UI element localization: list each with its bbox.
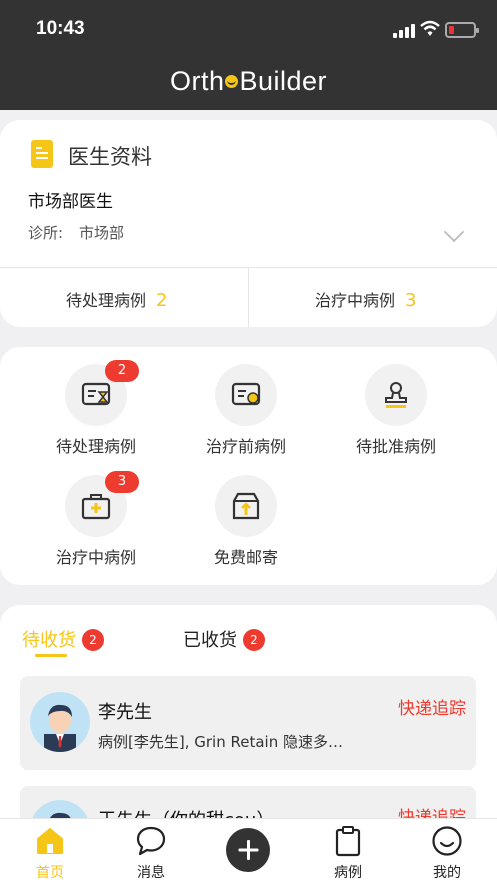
- status-bar: 10:43: [0, 0, 497, 60]
- pretreatment-case-icon: [231, 382, 261, 406]
- menu-item-treating-cases[interactable]: 3 治疗中病例: [31, 471, 161, 568]
- menu-item-label: 待处理病例: [55, 437, 136, 456]
- avatar: [30, 692, 90, 752]
- battery-icon: [445, 22, 479, 38]
- add-case-button[interactable]: [226, 828, 270, 872]
- status-time: 10:43: [36, 18, 85, 39]
- home-icon: [37, 828, 63, 854]
- pending-cases-stat[interactable]: 待处理病例 2: [66, 287, 167, 311]
- tab-mine[interactable]: 我的: [407, 819, 487, 883]
- shipping-box-icon: [232, 492, 260, 520]
- tab-label: 我的: [433, 865, 461, 881]
- tab-badge: 2: [243, 629, 265, 651]
- document-icon: [31, 140, 53, 168]
- clipboard-icon: [335, 826, 361, 857]
- menu-item-pretreatment-cases[interactable]: 治疗前病例: [181, 364, 311, 457]
- smiley-icon: [432, 826, 462, 856]
- tab-cases[interactable]: 病例: [308, 819, 388, 883]
- treating-cases-stat[interactable]: 治疗中病例 3: [315, 287, 416, 311]
- order-customer-name: 李先生: [98, 702, 152, 723]
- wifi-icon: [420, 20, 440, 36]
- tab-label: 病例: [334, 865, 362, 881]
- menu-item-free-shipping[interactable]: 免费邮寄: [181, 475, 311, 568]
- clinic-value: 市场部: [79, 224, 125, 242]
- chat-bubble-icon: [136, 826, 166, 856]
- doctor-name: 市场部医生: [28, 192, 113, 212]
- tracking-link[interactable]: 快递追踪: [398, 694, 466, 719]
- menu-item-label: 免费邮寄: [213, 548, 278, 567]
- menu-item-approval-cases[interactable]: 待批准病例: [331, 364, 461, 457]
- app-header: 10:43 Orth Builder: [0, 0, 497, 110]
- active-tab-indicator: [35, 654, 67, 657]
- pending-case-icon: [81, 382, 111, 406]
- order-item[interactable]: 李先生 病例[李先生], Grin Retain 隐速多… 快递追踪: [20, 676, 476, 770]
- medical-kit-icon: [81, 494, 111, 520]
- menu-item-label: 待批准病例: [355, 437, 436, 456]
- profile-title: 医生资料: [68, 145, 152, 169]
- approval-stamp-icon: [385, 382, 407, 408]
- menu-item-label: 治疗前病例: [205, 437, 286, 456]
- divider: [248, 268, 249, 327]
- tab-pending-delivery[interactable]: 待收货 2: [22, 626, 104, 652]
- tab-badge: 2: [82, 629, 104, 651]
- signal-icon: [393, 24, 415, 38]
- tab-label: 首页: [36, 865, 64, 881]
- menu-item-pending-cases[interactable]: 2 待处理病例: [31, 360, 161, 457]
- menu-item-label: 治疗中病例: [55, 548, 136, 567]
- app-logo: Orth Builder: [169, 66, 328, 96]
- tab-messages[interactable]: 消息: [111, 819, 191, 883]
- tab-home[interactable]: 首页: [10, 819, 90, 883]
- notification-badge: 2: [105, 360, 139, 382]
- order-description: 病例[李先生], Grin Retain 隐速多…: [98, 733, 343, 751]
- notification-badge: 3: [105, 471, 139, 493]
- tab-label: 消息: [137, 865, 165, 881]
- clinic-label: 诊所:: [28, 224, 64, 242]
- tab-received[interactable]: 已收货 2: [183, 626, 265, 652]
